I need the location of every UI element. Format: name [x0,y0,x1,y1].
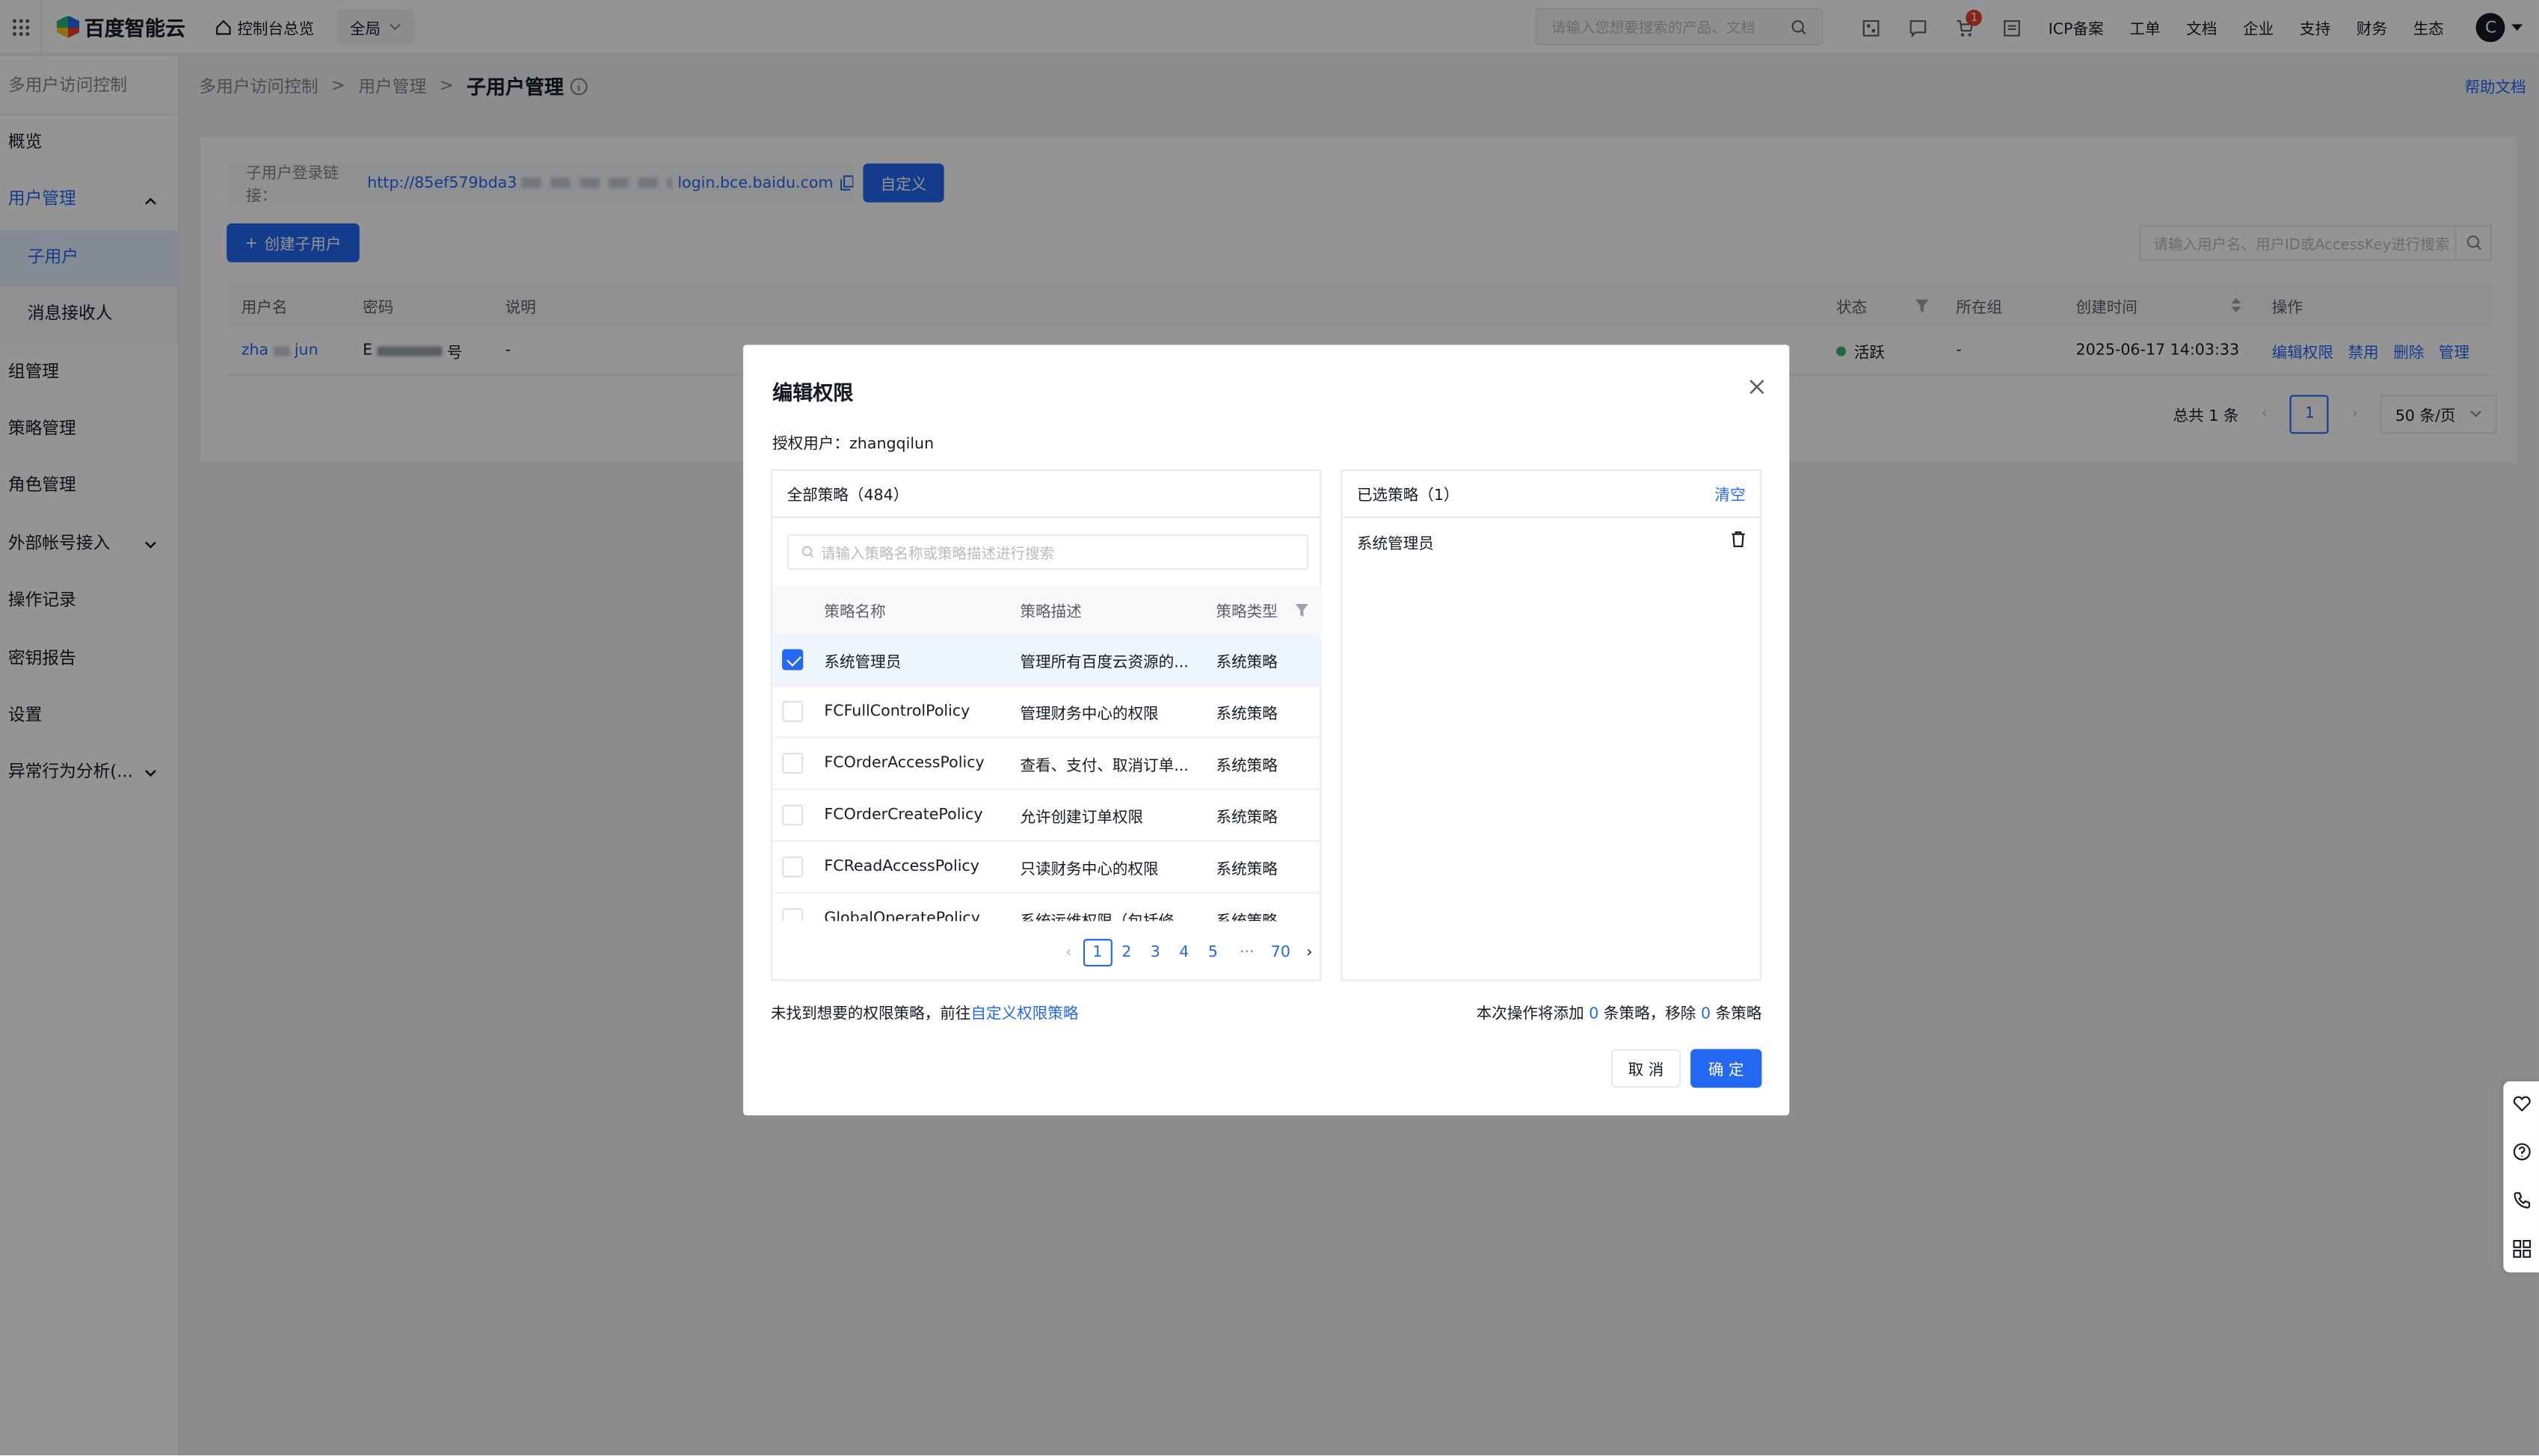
selected-policies-panel: 已选策略（1） 清空 系统管理员 [1341,469,1762,981]
authorized-user: 授权用户：zhangqilun [772,431,935,454]
column-header: 策略描述 [1020,603,1082,622]
column-header: 策略类型 [1216,603,1278,622]
policy-row[interactable]: FCFullControlPolicy 管理财务中心的权限 系统策略 [772,686,1322,738]
clear-button[interactable]: 清空 [1715,482,1746,505]
chevron-right-icon[interactable]: › [1295,943,1324,961]
policy-desc: 查看、支付、取消订单... [1020,756,1189,775]
checkbox-checked[interactable] [782,649,804,670]
page-button[interactable]: 4 [1170,943,1199,961]
checkbox[interactable] [782,700,804,722]
all-policies-title: 全部策略（484） [787,487,909,505]
authorized-user-label: 授权用户： [772,435,849,454]
policy-desc: 系统运维权限（包括修... [1020,894,1201,921]
cancel-button[interactable]: 取 消 [1610,1049,1681,1088]
all-policies-panel: 全部策略（484） 请输入策略名称或策略描述进行搜索 策略名称 策略描述 策略类… [770,469,1324,981]
apps-icon[interactable] [2512,1239,2531,1258]
phone-icon[interactable] [2512,1191,2530,1209]
edit-permission-dialog: 编辑权限 授权用户：zhangqilun 全部策略（484） 请输入策略名称或策… [743,345,1790,1116]
page-button[interactable]: 1 [1083,938,1112,966]
policy-row[interactable]: FCOrderAccessPolicy 查看、支付、取消订单... 系统策略 [772,738,1322,790]
heart-icon[interactable] [2512,1096,2530,1113]
page-button[interactable]: 2 [1112,943,1141,961]
policy-type: 系统策略 [1216,756,1278,775]
policy-desc: 只读财务中心的权限 [1020,860,1159,878]
policy-type: 系统策略 [1216,808,1278,827]
policy-pagination: ‹ 1 2 3 4 5 ··· 70 › [1054,937,1324,966]
page-button[interactable]: 3 [1141,943,1170,961]
checkbox[interactable] [782,804,804,826]
trash-icon[interactable] [1731,531,1745,548]
policy-row[interactable]: 系统管理员 管理所有百度云资源的... 系统策略 [772,634,1322,687]
hint-text: 未找到想要的权限策略，前往 [770,1005,971,1023]
remove-count: 0 [1700,1005,1711,1023]
selected-policies-title: 已选策略（1） [1356,487,1459,505]
policy-row[interactable]: FCOrderCreatePolicy 允许创建订单权限 系统策略 [772,790,1322,842]
search-icon [801,546,814,558]
policy-type: 系统策略 [1216,894,1278,921]
selected-policy-item: 系统管理员 [1356,531,1746,554]
policy-name: FCOrderCreatePolicy [824,806,983,824]
policy-search-placeholder: 请输入策略名称或策略描述进行搜索 [821,546,1054,563]
floating-toolbar [2503,1081,2539,1273]
policy-name: FCFullControlPolicy [824,702,970,721]
policy-name: FCReadAccessPolicy [824,857,979,876]
selected-policy-name: 系统管理员 [1356,535,1434,554]
column-header: 策略名称 [824,603,886,622]
summary-text: 条策略 [1715,1005,1762,1023]
page-button[interactable]: 5 [1198,943,1228,961]
policy-list: 系统管理员 管理所有百度云资源的... 系统策略 FCFullControlPoli… [772,634,1322,922]
policy-type: 系统策略 [1216,705,1278,724]
selected-policies-header: 已选策略（1） 清空 [1342,471,1761,519]
page-ellipsis[interactable]: ··· [1228,943,1267,961]
add-count: 0 [1589,1005,1599,1023]
policy-name: GlobalOperatePolicy [824,910,980,922]
checkbox[interactable] [782,753,804,774]
policy-search-input[interactable]: 请输入策略名称或策略描述进行搜索 [787,534,1308,570]
custom-policy-hint: 未找到想要的权限策略，前往自定义权限策略 [770,1000,1079,1023]
policy-desc: 允许创建订单权限 [1020,808,1144,827]
all-policies-header: 全部策略（484） [772,471,1320,519]
policy-type: 系统策略 [1216,653,1278,671]
policy-desc: 管理财务中心的权限 [1020,705,1159,724]
page-button[interactable]: 70 [1267,943,1296,961]
summary-text: 条策略，移除 [1603,1005,1696,1023]
close-icon[interactable] [1747,377,1767,397]
policy-table-header: 策略名称 策略描述 策略类型 [772,586,1322,635]
policy-name: 系统管理员 [824,653,902,671]
policy-name: FCOrderAccessPolicy [824,754,985,773]
dialog-title: 编辑权限 [772,380,854,405]
summary-text: 本次操作将添加 [1476,1005,1584,1023]
authorized-user-name: zhangqilun [849,435,935,454]
help-icon[interactable] [2512,1143,2530,1161]
checkbox[interactable] [782,856,804,877]
checkbox[interactable] [782,908,804,922]
policy-row[interactable]: GlobalOperatePolicy 系统运维权限（包括修... 系统策略 [772,894,1321,922]
policy-row[interactable]: FCReadAccessPolicy 只读财务中心的权限 系统策略 [772,842,1322,894]
confirm-button[interactable]: 确 定 [1690,1049,1762,1088]
policy-type: 系统策略 [1216,860,1278,878]
change-summary: 本次操作将添加 0 条策略，移除 0 条策略 [1476,1000,1762,1023]
custom-policy-link[interactable]: 自定义权限策略 [970,1005,1078,1023]
policy-desc: 管理所有百度云资源的... [1020,653,1189,671]
chevron-left-icon[interactable]: ‹ [1054,943,1083,961]
filter-icon[interactable] [1295,586,1308,635]
